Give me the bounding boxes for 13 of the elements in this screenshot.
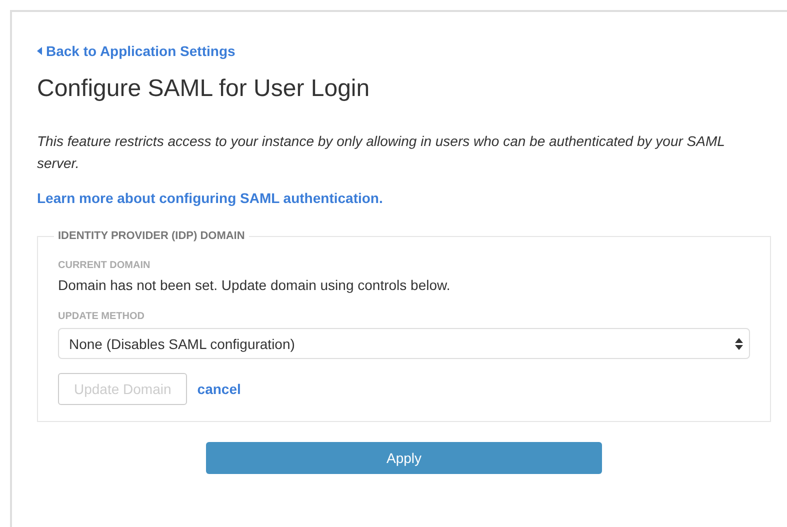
update-method-select[interactable]: None (Disables SAML configuration) bbox=[58, 328, 750, 359]
domain-text: Domain has not been set. Update domain using controls below. bbox=[58, 277, 452, 293]
page-title: Configure SAML for User Login bbox=[37, 74, 371, 104]
caret-icon bbox=[37, 47, 42, 55]
description-text: This feature restricts access to your instance by only allowing in users who can be authenticated by your SAML server. bbox=[37, 132, 726, 173]
cancel-link[interactable]: cancel bbox=[197, 381, 241, 397]
stepper-arrows-icon bbox=[735, 338, 743, 350]
field-label: UPDATE METHOD bbox=[58, 311, 146, 322]
field-label: CURRENT DOMAIN bbox=[58, 260, 152, 271]
back-link[interactable]: Back to Application Settings bbox=[37, 43, 236, 59]
apply-button[interactable]: Apply bbox=[206, 442, 602, 474]
section-legend: IDENTITY PROVIDER (IDP) DOMAIN bbox=[54, 230, 249, 242]
learn-more-link[interactable]: Learn more about configuring SAML authentication. bbox=[37, 190, 383, 206]
